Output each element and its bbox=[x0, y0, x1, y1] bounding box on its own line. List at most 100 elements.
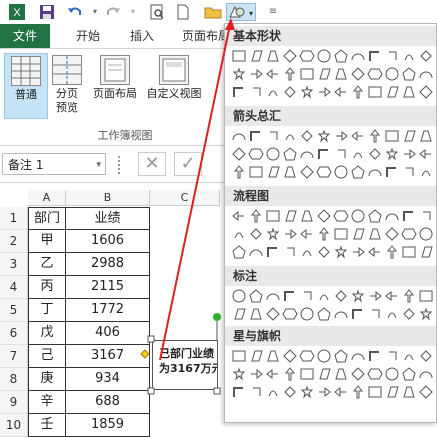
shape-option-icon[interactable] bbox=[384, 384, 400, 400]
shape-option-icon[interactable] bbox=[384, 288, 400, 304]
shape-option-icon[interactable] bbox=[333, 48, 349, 64]
shape-option-icon[interactable] bbox=[418, 66, 434, 82]
shape-option-icon[interactable] bbox=[299, 306, 315, 322]
adjust-handle[interactable] bbox=[140, 349, 150, 359]
shape-option-icon[interactable] bbox=[231, 226, 247, 242]
shape-option-icon[interactable] bbox=[401, 208, 417, 224]
shape-option-icon[interactable] bbox=[248, 66, 264, 82]
shape-option-icon[interactable] bbox=[384, 208, 400, 224]
tab-insert[interactable]: 插入 bbox=[130, 24, 154, 48]
shape-option-icon[interactable] bbox=[282, 66, 298, 82]
shape-option-icon[interactable] bbox=[282, 384, 298, 400]
shape-option-icon[interactable] bbox=[367, 348, 383, 364]
shape-option-icon[interactable] bbox=[299, 208, 315, 224]
shape-option-icon[interactable] bbox=[333, 146, 349, 162]
row-header[interactable]: 9 bbox=[0, 391, 28, 414]
row-header[interactable]: 7 bbox=[0, 345, 28, 368]
shape-option-icon[interactable] bbox=[401, 348, 417, 364]
shape-option-icon[interactable] bbox=[384, 244, 400, 260]
shape-option-icon[interactable] bbox=[299, 366, 315, 382]
shape-option-icon[interactable] bbox=[418, 164, 434, 180]
shape-option-icon[interactable] bbox=[316, 288, 332, 304]
shape-option-icon[interactable] bbox=[282, 48, 298, 64]
undo-dropdown-icon[interactable]: ▾ bbox=[86, 3, 104, 21]
shape-option-icon[interactable] bbox=[231, 348, 247, 364]
shape-option-icon[interactable] bbox=[316, 128, 332, 144]
cancel-icon[interactable]: ✕ bbox=[138, 152, 166, 176]
shape-option-icon[interactable] bbox=[248, 244, 264, 260]
column-header-c[interactable]: C bbox=[150, 190, 220, 206]
tab-page-layout[interactable]: 页面布局 bbox=[182, 24, 230, 48]
shape-option-icon[interactable] bbox=[401, 306, 417, 322]
shape-option-icon[interactable] bbox=[316, 348, 332, 364]
shape-option-icon[interactable] bbox=[282, 226, 298, 242]
cell-performance[interactable]: 688 bbox=[66, 391, 150, 414]
shape-option-icon[interactable] bbox=[367, 48, 383, 64]
shape-option-icon[interactable] bbox=[265, 128, 281, 144]
cell-performance[interactable]: 1606 bbox=[66, 230, 150, 253]
shape-option-icon[interactable] bbox=[231, 146, 247, 162]
row-header[interactable]: 6 bbox=[0, 322, 28, 345]
cell-performance[interactable]: 1859 bbox=[66, 414, 150, 437]
shape-option-icon[interactable] bbox=[282, 146, 298, 162]
resize-handle-sw[interactable] bbox=[147, 387, 155, 395]
shape-option-icon[interactable] bbox=[367, 164, 383, 180]
shape-option-icon[interactable] bbox=[367, 384, 383, 400]
shape-option-icon[interactable] bbox=[333, 244, 349, 260]
shape-option-icon[interactable] bbox=[350, 244, 366, 260]
shape-option-icon[interactable] bbox=[367, 288, 383, 304]
shape-option-icon[interactable] bbox=[316, 164, 332, 180]
shape-option-icon[interactable] bbox=[384, 164, 400, 180]
shape-option-icon[interactable] bbox=[282, 348, 298, 364]
shape-option-icon[interactable] bbox=[231, 288, 247, 304]
shape-option-icon[interactable] bbox=[248, 146, 264, 162]
shape-option-icon[interactable] bbox=[350, 208, 366, 224]
shape-option-icon[interactable] bbox=[265, 164, 281, 180]
tab-file[interactable]: 文件 bbox=[0, 24, 50, 48]
shape-option-icon[interactable] bbox=[299, 146, 315, 162]
shape-option-icon[interactable] bbox=[418, 288, 434, 304]
shape-option-icon[interactable] bbox=[333, 66, 349, 82]
shape-option-icon[interactable] bbox=[299, 84, 315, 100]
shape-option-icon[interactable] bbox=[350, 48, 366, 64]
shape-option-icon[interactable] bbox=[333, 128, 349, 144]
cell-department[interactable]: 丁 bbox=[28, 299, 66, 322]
shape-option-icon[interactable] bbox=[333, 84, 349, 100]
enter-icon[interactable]: ✓ bbox=[174, 152, 202, 176]
shape-option-icon[interactable] bbox=[265, 66, 281, 82]
cell-department[interactable]: 丙 bbox=[28, 276, 66, 299]
cell-performance[interactable]: 406 bbox=[66, 322, 150, 345]
shape-option-icon[interactable] bbox=[401, 48, 417, 64]
row-header[interactable]: 4 bbox=[0, 276, 28, 299]
shape-option-icon[interactable] bbox=[248, 208, 264, 224]
shape-option-icon[interactable] bbox=[282, 288, 298, 304]
shape-option-icon[interactable] bbox=[401, 84, 417, 100]
shape-option-icon[interactable] bbox=[248, 48, 264, 64]
shape-option-icon[interactable] bbox=[316, 384, 332, 400]
shape-option-icon[interactable] bbox=[333, 384, 349, 400]
shape-option-icon[interactable] bbox=[265, 366, 281, 382]
shape-option-icon[interactable] bbox=[418, 244, 434, 260]
undo-icon[interactable] bbox=[66, 3, 84, 21]
shape-option-icon[interactable] bbox=[299, 128, 315, 144]
shape-option-icon[interactable] bbox=[384, 306, 400, 322]
shape-option-icon[interactable] bbox=[316, 66, 332, 82]
shape-option-icon[interactable] bbox=[316, 226, 332, 242]
shape-option-icon[interactable] bbox=[384, 348, 400, 364]
shape-option-icon[interactable] bbox=[299, 348, 315, 364]
shape-option-icon[interactable] bbox=[248, 226, 264, 242]
row-header[interactable]: 1 bbox=[0, 207, 28, 230]
shape-option-icon[interactable] bbox=[367, 128, 383, 144]
shape-option-icon[interactable] bbox=[316, 48, 332, 64]
resize-handle-nw[interactable] bbox=[147, 335, 155, 343]
column-header-b[interactable]: B bbox=[66, 190, 150, 206]
shape-option-icon[interactable] bbox=[282, 366, 298, 382]
shape-option-icon[interactable] bbox=[299, 226, 315, 242]
shape-option-icon[interactable] bbox=[418, 348, 434, 364]
shape-option-icon[interactable] bbox=[384, 146, 400, 162]
shape-option-icon[interactable] bbox=[333, 306, 349, 322]
custom-view-button[interactable]: 自定义视图 bbox=[142, 53, 206, 101]
row-header[interactable]: 3 bbox=[0, 253, 28, 276]
shape-option-icon[interactable] bbox=[299, 384, 315, 400]
shape-option-icon[interactable] bbox=[350, 66, 366, 82]
